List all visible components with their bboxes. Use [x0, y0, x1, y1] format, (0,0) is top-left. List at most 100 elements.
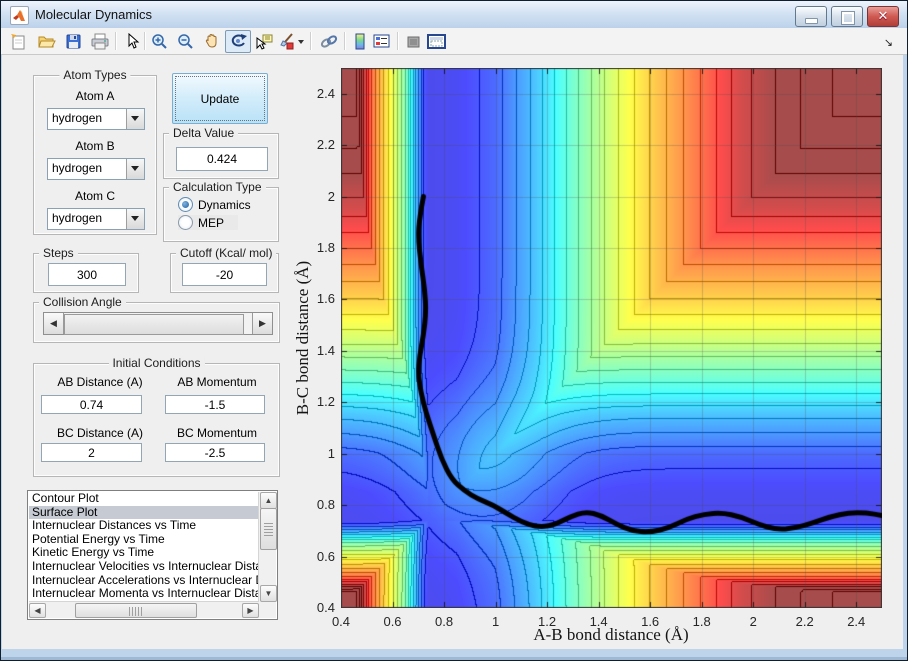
list-item[interactable]: Internuclear Accelerations vs Internucle…	[29, 574, 259, 588]
close-icon: ✕	[877, 8, 889, 23]
radio-dynamics-label: Dynamics	[198, 197, 251, 212]
list-item[interactable]: Kinetic Energy vs Time	[29, 546, 259, 560]
chevron-down-icon[interactable]	[126, 209, 144, 229]
atom-b-label: Atom B	[75, 139, 115, 153]
zoom-out-icon[interactable]	[177, 33, 195, 50]
initial-conditions-title: Initial Conditions	[108, 356, 205, 370]
initial-conditions-panel: Initial Conditions AB Distance (A) AB Mo…	[33, 356, 280, 477]
y-tick-label: 2.2	[316, 137, 335, 153]
list-item[interactable]: Potential Energy vs Time	[29, 533, 259, 547]
radio-icon	[178, 215, 193, 230]
pointer-icon[interactable]	[124, 32, 142, 50]
open-file-icon[interactable]	[38, 33, 56, 50]
steps-title: Steps	[39, 246, 78, 260]
radio-dynamics[interactable]: Dynamics	[178, 197, 251, 212]
show-plot-tools-icon[interactable]	[427, 33, 446, 50]
toolbar-separator	[115, 32, 117, 50]
listbox-vertical-scrollbar[interactable]: ▲ ▼	[258, 492, 277, 602]
print-figure-icon[interactable]	[91, 33, 109, 50]
x-tick-label: 2.4	[847, 614, 866, 629]
new-figure-icon[interactable]	[10, 33, 28, 50]
bc-distance-field[interactable]	[41, 443, 142, 462]
title-bar[interactable]: Molecular Dynamics ✕	[1, 1, 907, 29]
atom-c-select[interactable]: hydrogen	[47, 208, 145, 230]
radio-mep-label: MEP	[198, 215, 225, 230]
atom-b-select[interactable]: hydrogen	[47, 158, 145, 180]
x-axis-label: A-B bond distance (Å)	[533, 625, 689, 644]
cutoff-title: Cutoff (Kcal/ mol)	[176, 246, 277, 260]
ab-momentum-field[interactable]	[165, 395, 265, 414]
x-tick-label: 0.6	[383, 614, 402, 629]
list-item[interactable]: Internuclear Distances vs Time	[29, 519, 259, 533]
collision-angle-panel: Collision Angle ◀ ▶	[33, 295, 280, 343]
rotate-3d-button[interactable]	[225, 30, 251, 53]
brush-data-icon[interactable]	[279, 33, 297, 50]
scroll-right-arrow[interactable]: ▶	[242, 603, 259, 618]
close-button[interactable]: ✕	[867, 6, 899, 27]
scrollbar-corner	[259, 602, 276, 618]
listbox-horizontal-scrollbar[interactable]: ◀ ▶	[29, 601, 259, 618]
pan-icon[interactable]	[203, 33, 221, 50]
delta-value-title: Delta Value	[169, 126, 239, 140]
insert-colorbar-icon[interactable]	[353, 33, 371, 50]
atom-a-select[interactable]: hydrogen	[47, 108, 145, 130]
collision-angle-slider[interactable]: ◀ ▶	[43, 312, 273, 335]
ab-distance-label: AB Distance (A)	[57, 375, 143, 389]
radio-icon	[178, 197, 193, 212]
slider-left-arrow[interactable]: ◀	[44, 313, 64, 334]
maximize-icon	[841, 11, 855, 25]
atom-a-label: Atom A	[75, 89, 115, 103]
cutoff-panel: Cutoff (Kcal/ mol)	[170, 246, 279, 293]
horizontal-scroll-thumb[interactable]	[75, 603, 197, 618]
brush-dropdown-caret[interactable]	[297, 33, 305, 50]
vertical-scroll-thumb[interactable]	[260, 508, 277, 550]
y-tick-label: 2.4	[316, 85, 335, 101]
toolbar-separator	[310, 32, 312, 50]
hide-plot-tools-icon[interactable]	[405, 33, 423, 50]
minimize-icon	[805, 18, 818, 24]
minimize-button[interactable]	[795, 6, 827, 27]
toolbar-separator	[344, 32, 346, 50]
slider-thumb[interactable]	[64, 314, 244, 335]
bc-distance-label: BC Distance (A)	[56, 426, 144, 440]
list-item[interactable]: Internuclear Momenta vs Internuclear Dis…	[29, 587, 259, 601]
scroll-down-arrow[interactable]: ▼	[260, 585, 277, 602]
delta-value-field[interactable]	[176, 147, 268, 171]
list-item[interactable]: Internuclear Velocities vs Internuclear …	[29, 560, 259, 574]
link-plot-icon[interactable]	[320, 33, 338, 50]
data-cursor-icon[interactable]	[255, 33, 273, 50]
pes-surface-plot[interactable]	[341, 68, 882, 608]
steps-field[interactable]	[48, 263, 126, 286]
atom-types-panel: Atom Types Atom A hydrogen Atom B hydrog…	[33, 68, 157, 235]
chevron-down-icon[interactable]	[126, 159, 144, 179]
scroll-left-arrow[interactable]: ◀	[29, 603, 46, 618]
save-figure-icon[interactable]	[65, 33, 83, 50]
toolbar-overflow-arrow[interactable]: ↘	[884, 36, 893, 49]
scroll-up-arrow[interactable]: ▲	[260, 492, 277, 509]
calculation-type-title: Calculation Type	[169, 180, 266, 194]
x-tick-label: 0.4	[331, 614, 351, 629]
cutoff-field[interactable]	[182, 263, 267, 286]
plot-type-listbox[interactable]: Contour Plot Surface Plot Internuclear Dis…	[27, 490, 278, 620]
bc-momentum-field[interactable]	[165, 443, 265, 462]
update-button[interactable]: Update	[172, 73, 268, 124]
atom-a-value: hydrogen	[52, 111, 103, 125]
ab-distance-field[interactable]	[41, 395, 142, 414]
zoom-in-icon[interactable]	[151, 33, 169, 50]
toolbar-separator	[144, 32, 146, 50]
y-tick-label: 0.8	[316, 497, 335, 513]
toolbar-separator	[397, 32, 399, 50]
radio-mep[interactable]: MEP	[178, 215, 239, 230]
list-item[interactable]: Surface Plot	[29, 505, 259, 520]
slider-right-arrow[interactable]: ▶	[252, 313, 272, 334]
calculation-type-panel: Calculation Type Dynamics MEP	[163, 180, 279, 242]
bc-momentum-label: BC Momentum	[176, 426, 258, 440]
list-item[interactable]: Contour Plot	[29, 492, 259, 506]
insert-legend-icon[interactable]	[373, 33, 391, 50]
chevron-down-icon[interactable]	[126, 109, 144, 129]
maximize-button[interactable]	[831, 6, 863, 27]
y-tick-label: 0.6	[316, 548, 335, 564]
window-bottom-border	[1, 657, 907, 660]
atom-c-value: hydrogen	[52, 211, 103, 225]
matlab-logo-icon	[10, 6, 29, 25]
